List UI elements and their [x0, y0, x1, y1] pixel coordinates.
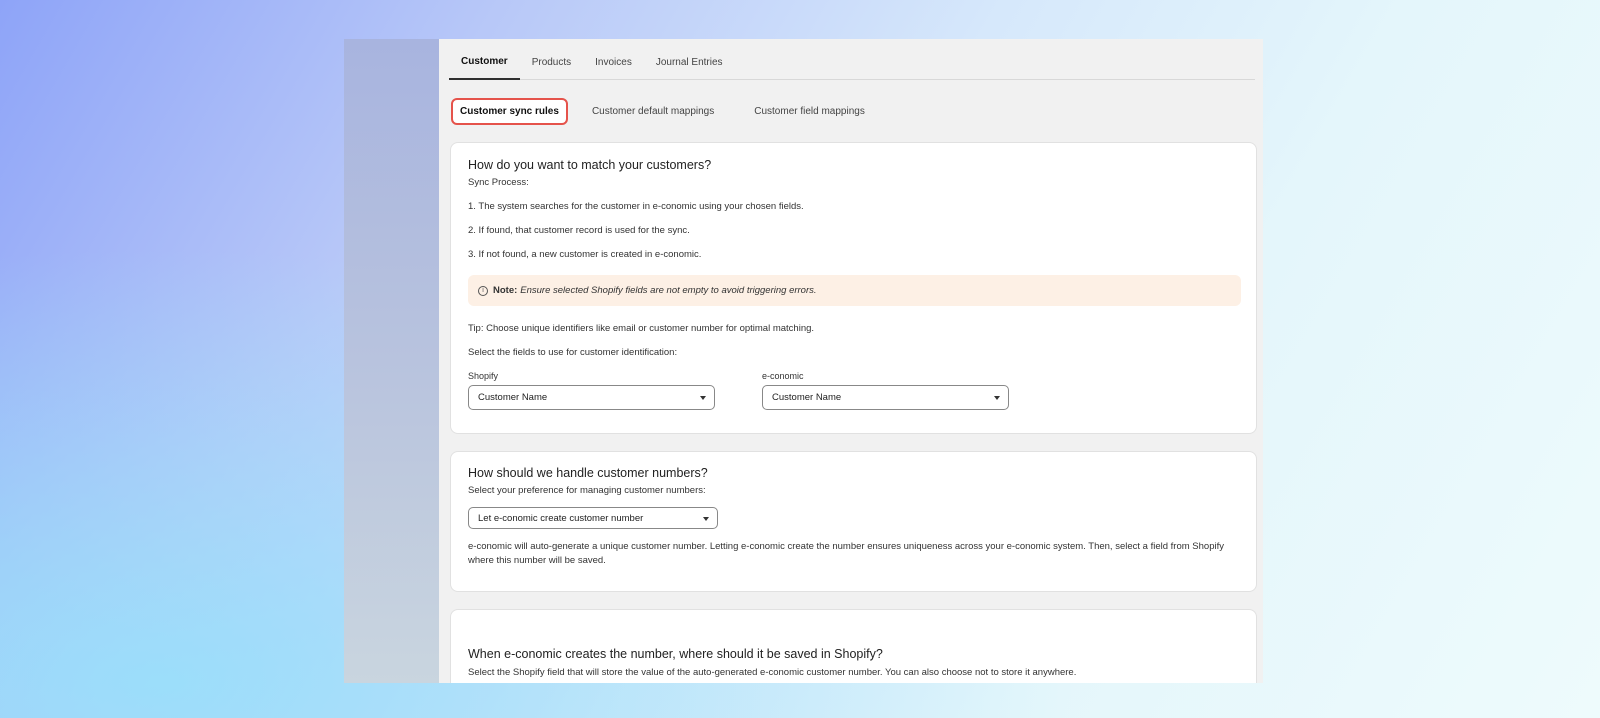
info-icon: i [478, 285, 488, 296]
note-banner: i Note: Ensure selected Shopify fields a… [468, 275, 1241, 306]
sync-step-1: 1. The system searches for the customer … [468, 201, 804, 212]
app-window: Customer Products Invoices Journal Entri… [344, 39, 1263, 683]
note-text: Ensure selected Shopify fields are not e… [520, 285, 817, 296]
save-number-card: When e-conomic creates the number, where… [450, 609, 1257, 683]
tip-text: Tip: Choose unique identifiers like emai… [468, 323, 815, 334]
top-tabs: Customer Products Invoices Journal Entri… [449, 39, 1255, 80]
tab-products[interactable]: Products [520, 39, 583, 80]
numbers-card-title: How should we handle customer numbers? [468, 466, 708, 480]
subtab-customer-sync-rules[interactable]: Customer sync rules [451, 98, 568, 125]
customer-number-preference-select[interactable]: Let e-conomic create customer number [468, 507, 718, 529]
shopify-field-select[interactable]: Customer Name [468, 385, 715, 410]
sync-process-label: Sync Process: [468, 177, 529, 188]
chevron-down-icon [700, 396, 706, 400]
shopify-label: Shopify [468, 371, 499, 381]
chevron-down-icon [703, 517, 709, 521]
tab-invoices[interactable]: Invoices [583, 39, 644, 80]
shopify-field-value: Customer Name [478, 392, 548, 403]
note-label: Note: [493, 285, 518, 296]
economic-field-value: Customer Name [772, 392, 842, 403]
save-card-title: When e-conomic creates the number, where… [468, 647, 883, 661]
sync-step-3: 3. If not found, a new customer is creat… [468, 249, 702, 260]
main-content: Customer Products Invoices Journal Entri… [439, 39, 1263, 683]
sidebar [344, 39, 439, 683]
chevron-down-icon [994, 396, 1000, 400]
match-card-title: How do you want to match your customers? [468, 158, 712, 172]
sync-step-2: 2. If found, that customer record is use… [468, 225, 690, 236]
customer-number-preference-value: Let e-conomic create customer number [478, 512, 644, 524]
numbers-card-subtitle: Select your preference for managing cust… [468, 485, 706, 496]
customer-numbers-card: How should we handle customer numbers? S… [450, 451, 1257, 592]
subtab-customer-default-mappings[interactable]: Customer default mappings [576, 100, 730, 123]
tab-journal-entries[interactable]: Journal Entries [644, 39, 735, 80]
economic-label: e-conomic [762, 371, 804, 381]
sub-tabs: Customer sync rules Customer default map… [451, 98, 889, 125]
match-customers-card: How do you want to match your customers?… [450, 142, 1257, 434]
select-fields-text: Select the fields to use for customer id… [468, 347, 678, 358]
economic-field-select[interactable]: Customer Name [762, 385, 1009, 410]
tab-customer[interactable]: Customer [449, 39, 520, 80]
numbers-card-description-1: e-conomic will auto-generate a unique cu… [468, 541, 1224, 552]
save-card-subtitle: Select the Shopify field that will store… [468, 667, 1077, 678]
numbers-card-description-2: where this number will be saved. [468, 555, 606, 566]
subtab-customer-field-mappings[interactable]: Customer field mappings [738, 100, 881, 123]
